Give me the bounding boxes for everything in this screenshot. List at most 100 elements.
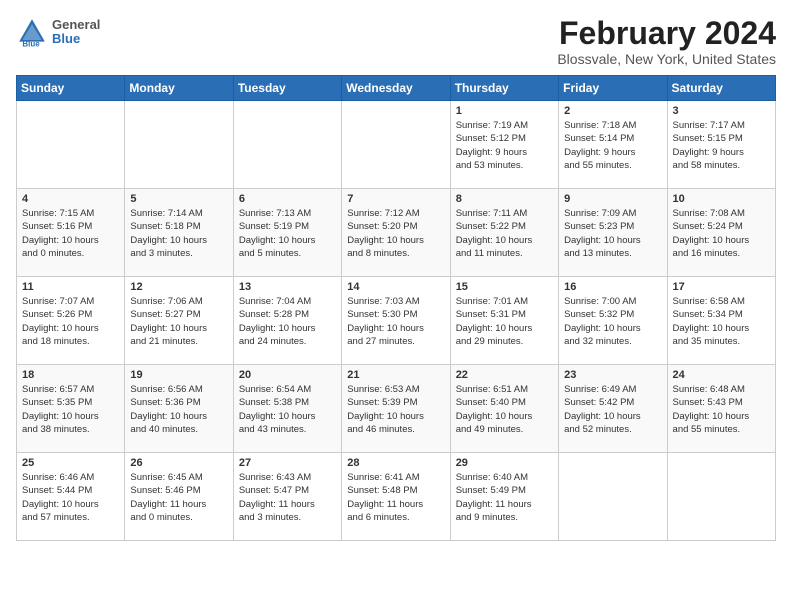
day-number: 3	[673, 105, 770, 117]
day-info: Sunrise: 6:40 AM Sunset: 5:49 PM Dayligh…	[456, 471, 553, 524]
calendar-cell	[667, 453, 775, 541]
calendar-cell: 12 Sunrise: 7:06 AM Sunset: 5:27 PM Dayli…	[125, 277, 233, 365]
day-info: Sunrise: 6:45 AM Sunset: 5:46 PM Dayligh…	[130, 471, 227, 524]
day-number: 27	[239, 457, 336, 469]
day-number: 13	[239, 281, 336, 293]
calendar-cell: 7 Sunrise: 7:12 AM Sunset: 5:20 PM Daylig…	[342, 189, 450, 277]
day-info: Sunrise: 6:41 AM Sunset: 5:48 PM Dayligh…	[347, 471, 444, 524]
day-info: Sunrise: 6:53 AM Sunset: 5:39 PM Dayligh…	[347, 383, 444, 436]
day-number: 20	[239, 369, 336, 381]
calendar-cell: 1 Sunrise: 7:19 AM Sunset: 5:12 PM Daylig…	[450, 101, 558, 189]
weekday-header: Tuesday	[233, 76, 341, 101]
calendar-cell: 21 Sunrise: 6:53 AM Sunset: 5:39 PM Dayli…	[342, 365, 450, 453]
day-info: Sunrise: 7:03 AM Sunset: 5:30 PM Dayligh…	[347, 295, 444, 348]
calendar-cell: 28 Sunrise: 6:41 AM Sunset: 5:48 PM Dayli…	[342, 453, 450, 541]
day-info: Sunrise: 7:00 AM Sunset: 5:32 PM Dayligh…	[564, 295, 661, 348]
day-number: 28	[347, 457, 444, 469]
calendar-cell: 22 Sunrise: 6:51 AM Sunset: 5:40 PM Dayli…	[450, 365, 558, 453]
day-number: 21	[347, 369, 444, 381]
calendar-week-row: 25Sunrise: 6:46 AM Sunset: 5:44 PM Dayli…	[17, 453, 776, 541]
calendar-cell: 6Sunrise: 7:13 AM Sunset: 5:19 PM Daylig…	[233, 189, 341, 277]
weekday-header: Wednesday	[342, 76, 450, 101]
day-info: Sunrise: 7:11 AM Sunset: 5:22 PM Dayligh…	[456, 207, 553, 260]
day-number: 17	[673, 281, 770, 293]
calendar-cell	[559, 453, 667, 541]
weekday-header: Sunday	[17, 76, 125, 101]
day-info: Sunrise: 6:51 AM Sunset: 5:40 PM Dayligh…	[456, 383, 553, 436]
calendar-cell: 26 Sunrise: 6:45 AM Sunset: 5:46 PM Dayli…	[125, 453, 233, 541]
calendar-cell: 19 Sunrise: 6:56 AM Sunset: 5:36 PM Dayli…	[125, 365, 233, 453]
day-info: Sunrise: 7:12 AM Sunset: 5:20 PM Dayligh…	[347, 207, 444, 260]
day-info: Sunrise: 7:09 AM Sunset: 5:23 PM Dayligh…	[564, 207, 661, 260]
weekday-header: Monday	[125, 76, 233, 101]
day-number: 2	[564, 105, 661, 117]
day-info: Sunrise: 7:07 AM Sunset: 5:26 PM Dayligh…	[22, 295, 119, 348]
weekday-header: Saturday	[667, 76, 775, 101]
day-number: 22	[456, 369, 553, 381]
calendar-cell: 15 Sunrise: 7:01 AM Sunset: 5:31 PM Dayli…	[450, 277, 558, 365]
calendar-cell: 3 Sunrise: 7:17 AM Sunset: 5:15 PM Daylig…	[667, 101, 775, 189]
day-number: 1	[456, 105, 553, 117]
weekday-header-row: SundayMondayTuesdayWednesdayThursdayFrid…	[17, 76, 776, 101]
day-number: 24	[673, 369, 770, 381]
calendar-cell	[342, 101, 450, 189]
day-info: Sunrise: 7:15 AM Sunset: 5:16 PM Dayligh…	[22, 207, 119, 260]
day-info: Sunrise: 7:08 AM Sunset: 5:24 PM Dayligh…	[673, 207, 770, 260]
day-info: Sunrise: 6:43 AM Sunset: 5:47 PM Dayligh…	[239, 471, 336, 524]
day-info: Sunrise: 7:06 AM Sunset: 5:27 PM Dayligh…	[130, 295, 227, 348]
logo-text: General Blue	[52, 18, 100, 47]
calendar-cell: 24Sunrise: 6:48 AM Sunset: 5:43 PM Dayli…	[667, 365, 775, 453]
month-title: February 2024	[557, 16, 776, 51]
day-info: Sunrise: 7:04 AM Sunset: 5:28 PM Dayligh…	[239, 295, 336, 348]
day-info: Sunrise: 7:14 AM Sunset: 5:18 PM Dayligh…	[130, 207, 227, 260]
calendar-week-row: 4Sunrise: 7:15 AM Sunset: 5:16 PM Daylig…	[17, 189, 776, 277]
calendar-cell: 23 Sunrise: 6:49 AM Sunset: 5:42 PM Dayli…	[559, 365, 667, 453]
day-number: 11	[22, 281, 119, 293]
calendar-cell: 25Sunrise: 6:46 AM Sunset: 5:44 PM Dayli…	[17, 453, 125, 541]
calendar-cell: 18Sunrise: 6:57 AM Sunset: 5:35 PM Dayli…	[17, 365, 125, 453]
calendar-cell: 29 Sunrise: 6:40 AM Sunset: 5:49 PM Dayli…	[450, 453, 558, 541]
calendar-table: SundayMondayTuesdayWednesdayThursdayFrid…	[16, 75, 776, 541]
day-number: 16	[564, 281, 661, 293]
calendar-cell: 14Sunrise: 7:03 AM Sunset: 5:30 PM Dayli…	[342, 277, 450, 365]
day-number: 7	[347, 193, 444, 205]
calendar-cell: 13 Sunrise: 7:04 AM Sunset: 5:28 PM Dayli…	[233, 277, 341, 365]
logo-general: General	[52, 18, 100, 32]
day-info: Sunrise: 7:17 AM Sunset: 5:15 PM Dayligh…	[673, 119, 770, 172]
day-number: 12	[130, 281, 227, 293]
day-number: 8	[456, 193, 553, 205]
day-number: 9	[564, 193, 661, 205]
svg-text:Blue: Blue	[22, 39, 40, 48]
day-number: 25	[22, 457, 119, 469]
calendar-week-row: 11 Sunrise: 7:07 AM Sunset: 5:26 PM Dayli…	[17, 277, 776, 365]
day-number: 23	[564, 369, 661, 381]
day-info: Sunrise: 6:56 AM Sunset: 5:36 PM Dayligh…	[130, 383, 227, 436]
day-info: Sunrise: 7:01 AM Sunset: 5:31 PM Dayligh…	[456, 295, 553, 348]
title-block: February 2024 Blossvale, New York, Unite…	[557, 16, 776, 67]
calendar-cell: 20 Sunrise: 6:54 AM Sunset: 5:38 PM Dayli…	[233, 365, 341, 453]
day-number: 26	[130, 457, 227, 469]
calendar-cell: 5Sunrise: 7:14 AM Sunset: 5:18 PM Daylig…	[125, 189, 233, 277]
page-header: Blue General Blue February 2024 Blossval…	[16, 16, 776, 67]
calendar-cell: 11 Sunrise: 7:07 AM Sunset: 5:26 PM Dayli…	[17, 277, 125, 365]
day-number: 6	[239, 193, 336, 205]
calendar-week-row: 1 Sunrise: 7:19 AM Sunset: 5:12 PM Daylig…	[17, 101, 776, 189]
day-number: 10	[673, 193, 770, 205]
calendar-cell: 10 Sunrise: 7:08 AM Sunset: 5:24 PM Dayli…	[667, 189, 775, 277]
day-number: 29	[456, 457, 553, 469]
day-number: 19	[130, 369, 227, 381]
calendar-cell: 17 Sunrise: 6:58 AM Sunset: 5:34 PM Dayli…	[667, 277, 775, 365]
calendar-cell: 16 Sunrise: 7:00 AM Sunset: 5:32 PM Dayli…	[559, 277, 667, 365]
day-info: Sunrise: 6:49 AM Sunset: 5:42 PM Dayligh…	[564, 383, 661, 436]
calendar-cell	[233, 101, 341, 189]
calendar-week-row: 18Sunrise: 6:57 AM Sunset: 5:35 PM Dayli…	[17, 365, 776, 453]
day-info: Sunrise: 7:19 AM Sunset: 5:12 PM Dayligh…	[456, 119, 553, 172]
day-info: Sunrise: 6:58 AM Sunset: 5:34 PM Dayligh…	[673, 295, 770, 348]
day-number: 15	[456, 281, 553, 293]
calendar-cell	[17, 101, 125, 189]
calendar-cell: 8 Sunrise: 7:11 AM Sunset: 5:22 PM Daylig…	[450, 189, 558, 277]
logo-icon: Blue	[16, 16, 48, 48]
day-info: Sunrise: 6:54 AM Sunset: 5:38 PM Dayligh…	[239, 383, 336, 436]
calendar-cell	[125, 101, 233, 189]
weekday-header: Thursday	[450, 76, 558, 101]
